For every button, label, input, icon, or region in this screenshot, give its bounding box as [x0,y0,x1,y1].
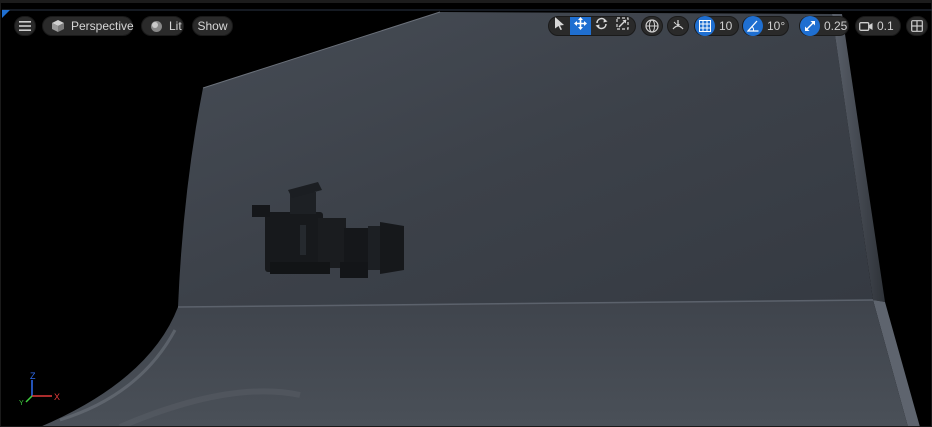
angle-snap-icon[interactable] [743,16,763,36]
hamburger-icon [15,16,35,36]
scene-render [0,0,932,427]
scale-snap-group[interactable]: 0.25 [799,16,849,36]
surface-snap-icon [668,16,688,36]
perspective-button[interactable]: Perspective [42,16,134,36]
transform-tools-group [548,16,636,36]
z-axis-label: Z [30,372,36,381]
axis-gizmo: Z X Y [19,372,60,406]
show-label: Show [197,19,228,33]
scale-snap-value[interactable]: 0.25 [820,19,853,33]
translate-icon [574,17,587,35]
scale-tool-button[interactable] [612,17,633,35]
rotate-tool-button[interactable] [591,17,612,35]
select-arrow-icon [554,17,565,35]
lit-label: Lit [169,19,182,33]
scale-snap-icon[interactable] [800,16,820,36]
level-viewport[interactable]: Perspective Lit Show 10 10° 0.25 0.1 Z X… [0,0,932,427]
coordinate-space-button[interactable] [641,16,663,36]
perspective-label: Perspective [71,19,134,33]
viewport-options-button[interactable] [14,16,36,36]
select-tool-button[interactable] [549,17,570,35]
viewport-top-border [0,0,932,3]
x-axis-label: X [54,392,60,402]
rotation-snap-value[interactable]: 10° [763,19,791,33]
lit-sphere-icon [146,16,166,36]
viewport-active-corner [2,10,10,18]
grid-snap-icon[interactable] [695,16,715,36]
show-button[interactable]: Show [192,16,233,36]
cube-icon [48,16,68,36]
scale-icon [616,17,629,35]
view-mode-button[interactable]: Lit [141,16,184,36]
translate-tool-button[interactable] [570,17,591,35]
camera-speed-button[interactable]: 0.1 [855,16,901,36]
surface-snapping-button[interactable] [667,16,689,36]
viewport-layout-button[interactable] [906,16,928,36]
y-axis-label: Y [19,400,24,406]
grid-snap-value[interactable]: 10 [715,19,738,33]
rotate-icon [595,17,608,35]
viewport-layout-icon [907,16,927,36]
globe-icon [642,16,662,36]
camera-speed-value: 0.1 [877,19,894,33]
grid-snap-group[interactable]: 10 [694,16,739,36]
video-camera-icon [856,16,876,36]
rotation-snap-group[interactable]: 10° [742,16,789,36]
y-axis-line [25,395,33,403]
